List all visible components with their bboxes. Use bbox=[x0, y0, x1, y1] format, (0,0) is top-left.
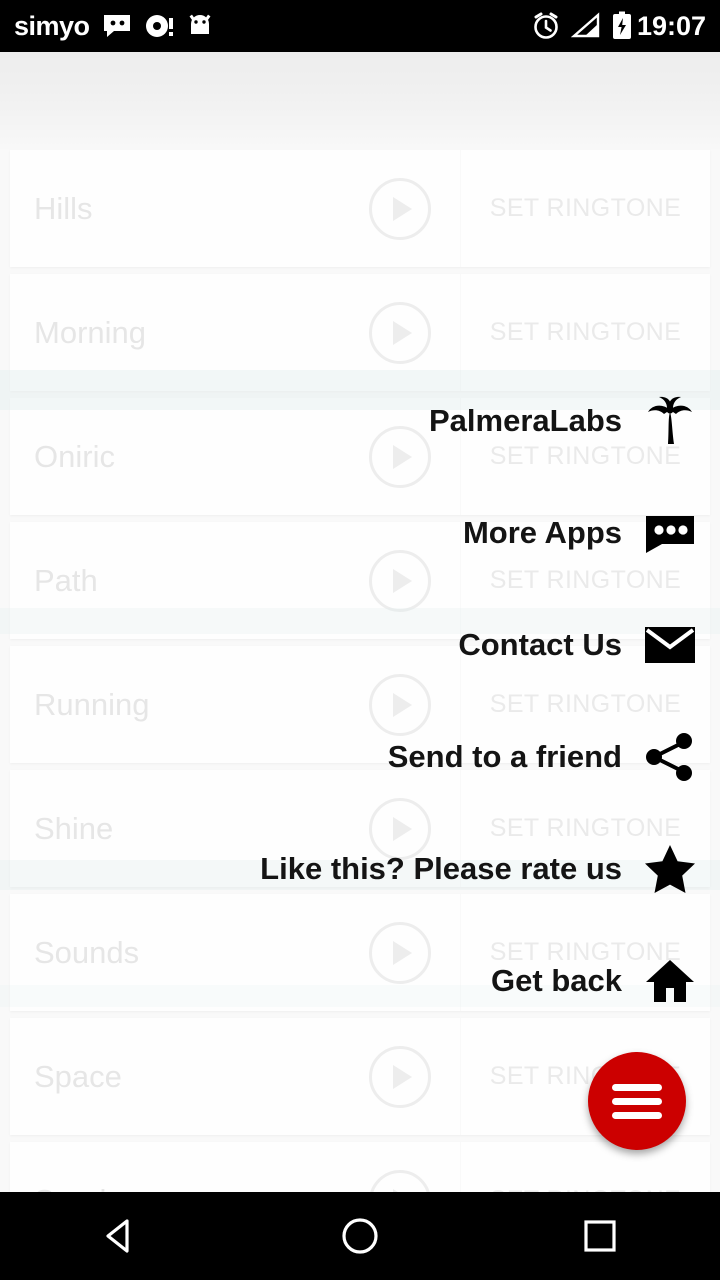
more-bubble-icon bbox=[642, 507, 698, 559]
carrier-label: simyo bbox=[14, 10, 90, 41]
recents-square-icon[interactable] bbox=[540, 1192, 660, 1280]
fab-menu-item-more-apps[interactable]: More Apps bbox=[22, 502, 698, 564]
home-circle-icon[interactable] bbox=[300, 1192, 420, 1280]
clock-label: 19:07 bbox=[636, 10, 706, 41]
back-triangle-icon[interactable] bbox=[60, 1192, 180, 1280]
fab-menu-label: PalmeraLabs bbox=[429, 403, 622, 438]
fab-menu-item-contact-us[interactable]: Contact Us bbox=[22, 614, 698, 676]
chat-bubble-icon bbox=[102, 13, 132, 39]
signal-icon bbox=[570, 12, 601, 40]
fab-menu-toggle-button[interactable] bbox=[588, 1052, 686, 1150]
android-head-icon bbox=[186, 13, 214, 39]
home-icon bbox=[642, 955, 698, 1007]
share-icon bbox=[642, 731, 698, 783]
fab-menu-label: Like this? Please rate us bbox=[260, 851, 622, 886]
envelope-icon bbox=[642, 619, 698, 671]
palm-tree-icon bbox=[642, 395, 698, 447]
fab-menu: PalmeraLabs More Apps Contact Us Send to… bbox=[22, 390, 698, 1062]
phone-screen: simyo 19:07 H bbox=[0, 0, 720, 1280]
menu-lines-icon bbox=[612, 1097, 662, 1105]
battery-charging-icon bbox=[611, 11, 633, 41]
menu-lines-icon bbox=[612, 1083, 662, 1091]
dot-circle-icon bbox=[144, 13, 174, 39]
fab-menu-label: More Apps bbox=[462, 515, 622, 550]
navigation-bar bbox=[0, 1192, 720, 1280]
status-bar: simyo 19:07 bbox=[0, 0, 720, 52]
fab-menu-label: Get back bbox=[491, 963, 622, 998]
fab-menu-item-send-to-friend[interactable]: Send to a friend bbox=[22, 726, 698, 788]
status-left-icons bbox=[102, 13, 214, 39]
star-icon bbox=[642, 843, 698, 895]
fab-menu-label: Contact Us bbox=[458, 627, 622, 662]
alarm-icon bbox=[531, 11, 561, 41]
fab-menu-label: Send to a friend bbox=[387, 739, 622, 774]
menu-lines-icon bbox=[612, 1111, 662, 1119]
fab-menu-item-get-back[interactable]: Get back bbox=[22, 950, 698, 1012]
fab-menu-item-rate-us[interactable]: Like this? Please rate us bbox=[22, 838, 698, 900]
status-right-icons bbox=[531, 11, 633, 41]
fab-menu-item-palmeralabs[interactable]: PalmeraLabs bbox=[22, 390, 698, 452]
